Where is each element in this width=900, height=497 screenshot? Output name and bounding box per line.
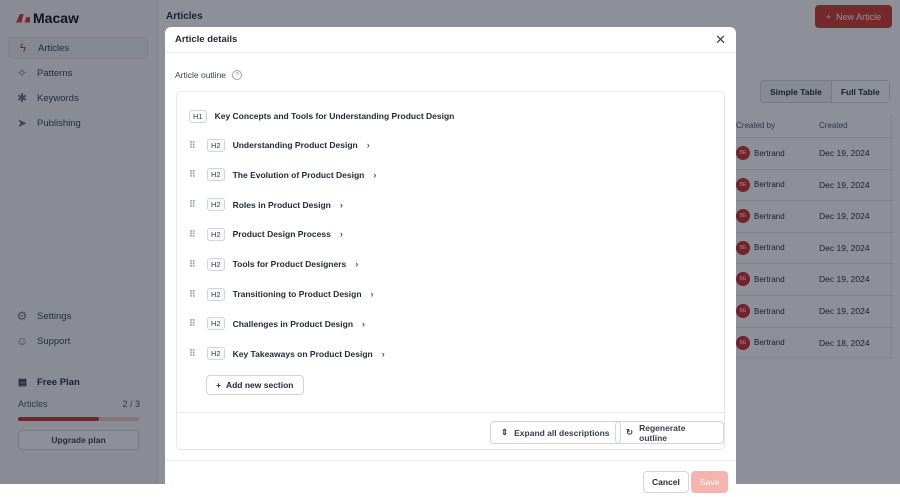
refresh-icon: ↻ <box>626 427 634 437</box>
help-icon[interactable]: ? <box>232 70 243 80</box>
outline-section[interactable]: ⠿ H2 Challenges in Product Design › <box>189 317 365 331</box>
divider <box>165 460 736 461</box>
outline-label: Article outline? <box>175 70 243 80</box>
heading-tag: H2 <box>207 168 225 182</box>
chevron-right-icon[interactable]: › <box>373 170 376 180</box>
heading-text: Understanding Product Design <box>232 140 358 150</box>
close-icon[interactable]: ✕ <box>715 32 726 48</box>
chevron-right-icon[interactable]: › <box>340 200 343 210</box>
divider <box>177 412 724 413</box>
expand-icon: ⇕ <box>501 427 509 437</box>
regenerate-label: Regenerate outline <box>639 422 686 443</box>
add-section-label: Add new section <box>225 380 294 390</box>
heading-text: Product Design Process <box>232 229 331 240</box>
outline-section[interactable]: ⠿ H2 Understanding Product Design › <box>189 138 370 152</box>
drag-handle-icon[interactable]: ⠿ <box>189 348 199 359</box>
drag-handle-icon[interactable]: ⠿ <box>189 289 199 300</box>
drag-handle-icon[interactable]: ⠿ <box>189 169 199 180</box>
drag-handle-icon[interactable]: ⠿ <box>189 318 199 329</box>
heading-tag: H2 <box>207 227 225 241</box>
outline-section[interactable]: ⠿ H2 Tools for Product Designers › <box>189 257 358 271</box>
heading-text: Key Takeaways on Product Design <box>232 348 373 359</box>
heading-tag: H2 <box>207 138 225 152</box>
modal-title: Article details <box>175 34 238 45</box>
heading-text: The Evolution of Product Design <box>232 169 365 180</box>
heading-tag: H2 <box>207 287 225 301</box>
regenerate-outline-button[interactable]: ↻ Regenerate outline <box>615 421 724 444</box>
outline-section[interactable]: ⠿ H2 The Evolution of Product Design › <box>189 168 376 182</box>
drag-handle-icon[interactable]: ⠿ <box>189 199 199 210</box>
outline-label-text: Article outline <box>175 70 227 80</box>
chevron-right-icon[interactable]: › <box>371 289 374 299</box>
chevron-right-icon[interactable]: › <box>355 259 358 269</box>
outline-box: H1 Key Concepts and Tools for Understandi… <box>176 91 725 450</box>
chevron-right-icon[interactable]: › <box>362 319 365 329</box>
heading-tag: H2 <box>207 198 225 212</box>
heading-text: Transitioning to Product Design <box>232 289 362 299</box>
heading-text: Roles in Product Design <box>232 199 331 210</box>
chevron-right-icon[interactable]: › <box>367 140 370 150</box>
modal-header: Article details ✕ <box>165 27 736 53</box>
outline-h1[interactable]: H1 Key Concepts and Tools for Understandi… <box>189 109 454 123</box>
plus-icon: + <box>216 380 221 390</box>
chevron-right-icon[interactable]: › <box>340 229 343 239</box>
heading-tag: H1 <box>189 109 207 123</box>
heading-tag: H2 <box>207 317 225 331</box>
drag-handle-icon[interactable]: ⠿ <box>189 140 199 151</box>
outline-section[interactable]: ⠿ H2 Roles in Product Design › <box>189 198 343 212</box>
drag-handle-icon[interactable]: ⠿ <box>189 229 199 240</box>
heading-text: Challenges in Product Design <box>232 318 354 329</box>
expand-label: Expand all descriptions <box>514 427 610 438</box>
outline-section[interactable]: ⠿ H2 Key Takeaways on Product Design › <box>189 347 385 361</box>
add-section-button[interactable]: + Add new section <box>206 375 304 395</box>
drag-handle-icon[interactable]: ⠿ <box>189 259 199 270</box>
save-button[interactable]: Save <box>691 471 729 493</box>
article-details-modal: Article details ✕ Article outline? H1 Key … <box>165 27 736 497</box>
outline-section[interactable]: ⠿ H2 Transitioning to Product Design › <box>189 287 374 301</box>
heading-tag: H2 <box>207 347 225 361</box>
cancel-button[interactable]: Cancel <box>643 471 689 493</box>
heading-text: Tools for Product Designers <box>232 259 347 270</box>
outline-section[interactable]: ⠿ H2 Product Design Process › <box>189 227 343 241</box>
heading-text: Key Concepts and Tools for Understanding… <box>214 111 455 121</box>
chevron-right-icon[interactable]: › <box>382 349 385 359</box>
heading-tag: H2 <box>207 257 225 271</box>
expand-descriptions-button[interactable]: ⇕ Expand all descriptions <box>490 421 621 444</box>
